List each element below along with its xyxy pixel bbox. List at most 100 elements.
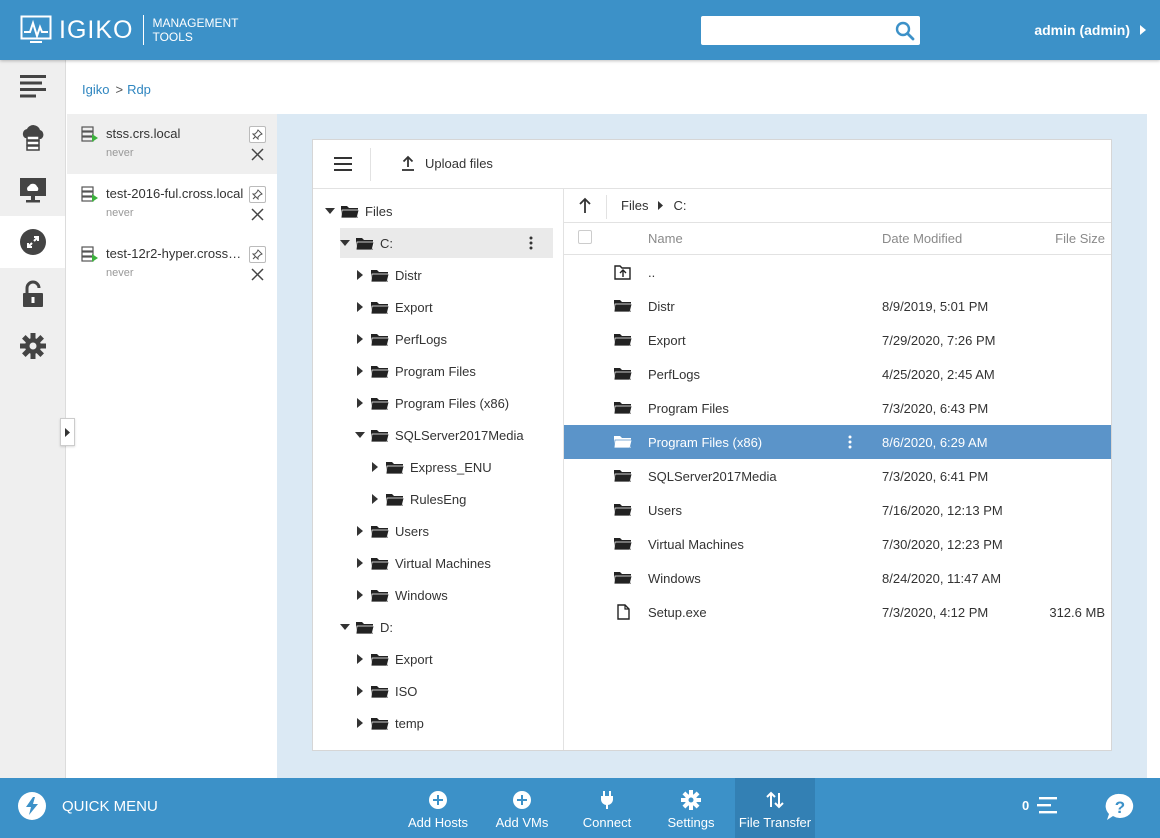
file-row[interactable]: Distr 8/9/2019, 5:01 PM [564,289,1111,323]
quick-action-connect[interactable]: Connect [567,778,647,838]
caret-right-icon[interactable] [355,686,365,696]
tree-node[interactable]: Virtual Machines [355,548,491,578]
column-date-modified[interactable]: Date Modified [882,231,962,246]
caret-down-icon[interactable] [340,238,350,248]
file-row[interactable]: Program Files (x86) 8/6/2020, 6:29 AM [564,425,1111,459]
arrow-up-icon[interactable] [578,197,592,214]
caret-right-icon[interactable] [355,334,365,344]
breadcrumb-separator: > [115,82,124,97]
caret-right-icon[interactable] [355,398,365,408]
tree-node-label: Distr [395,267,422,283]
rail-item-cloud-servers[interactable] [0,112,65,164]
tree-node[interactable]: SQLServer2017Media [355,420,524,450]
pin-button[interactable] [249,186,266,203]
caret-right-icon[interactable] [355,558,365,568]
file-row[interactable]: Windows 8/24/2020, 11:47 AM [564,561,1111,595]
tree-node[interactable]: PerfLogs [355,324,447,354]
caret-down-icon[interactable] [325,206,335,216]
tree-node[interactable]: Windows [355,580,448,610]
caret-right-icon[interactable] [370,462,380,472]
caret-right-icon[interactable] [355,654,365,664]
caret-right-icon[interactable] [355,302,365,312]
path-current[interactable]: C: [673,198,686,213]
rail-item-remote-desktop[interactable] [0,216,65,268]
quick-action-settings[interactable]: Settings [651,778,731,838]
file-row[interactable]: Setup.exe 7/3/2020, 4:12 PM 312.6 MB [564,595,1111,629]
tree-node[interactable]: Distr [355,260,422,290]
help-icon[interactable]: ? [1104,792,1136,824]
rail-item-settings[interactable] [0,320,65,372]
file-listing: Files C: Name Date Modified File Size ..… [564,189,1111,750]
rail-item-dashboard[interactable] [0,60,65,112]
path-root[interactable]: Files [621,198,648,213]
select-all-checkbox[interactable] [578,230,592,244]
breadcrumb-root[interactable]: Igiko [82,82,109,97]
menu-icon[interactable] [334,157,352,171]
rail-expand-handle[interactable] [60,418,75,446]
search-box [701,16,920,45]
tree-node[interactable]: Files [325,196,392,226]
tree-node[interactable]: Program Files (x86) [355,388,509,418]
file-row[interactable]: Virtual Machines 7/30/2020, 12:23 PM [564,527,1111,561]
quick-action-add-hosts[interactable]: Add Hosts [398,778,478,838]
caret-right-icon[interactable] [370,494,380,504]
file-row[interactable]: Users 7/16/2020, 12:13 PM [564,493,1111,527]
caret-right-icon[interactable] [355,590,365,600]
breadcrumb: Igiko > Rdp [82,82,151,97]
app-logo[interactable]: IGIKO MANAGEMENT TOOLS [20,15,238,45]
column-file-size[interactable]: File Size [1055,231,1105,246]
caret-down-icon[interactable] [340,622,350,632]
connection-item[interactable]: stss.crs.local never [67,114,277,174]
connection-item[interactable]: test-2016-ful.cross.local never [67,174,277,234]
caret-right-icon[interactable] [355,270,365,280]
tree-node[interactable]: Export [355,292,433,322]
rdp-icon [19,229,46,255]
file-row[interactable]: PerfLogs 4/25/2020, 2:45 AM [564,357,1111,391]
tree-node[interactable]: C: [340,228,553,258]
upload-files-button[interactable]: Upload files [401,155,493,171]
notifications-button[interactable]: 0 [1022,796,1058,814]
tree-node[interactable]: temp [355,708,424,738]
caret-right-icon[interactable] [355,526,365,536]
kebab-icon[interactable] [529,236,533,250]
tree-node[interactable]: D: [340,612,393,642]
quick-menu-label: QUICK MENU [62,797,158,815]
file-row[interactable]: Export 7/29/2020, 7:26 PM [564,323,1111,357]
tree-node[interactable]: Program Files [355,356,476,386]
tree-node[interactable]: Users [355,516,429,546]
quick-action-add-vms[interactable]: Add VMs [482,778,562,838]
file-date-modified: 8/6/2020, 6:29 AM [882,435,988,450]
tree-node[interactable]: Express_ENU [370,452,492,482]
file-row[interactable]: Program Files 7/3/2020, 6:43 PM [564,391,1111,425]
tree-node[interactable]: ISO [355,676,417,706]
breadcrumb-current[interactable]: Rdp [127,82,151,97]
column-name[interactable]: Name [648,231,683,246]
file-name: Program Files (x86) [648,435,763,450]
search-icon[interactable] [895,21,915,41]
file-row[interactable]: .. [564,255,1111,289]
caret-right-icon[interactable] [355,366,365,376]
close-icon[interactable] [251,148,264,161]
quick-menu-button[interactable]: QUICK MENU [18,792,158,820]
tree-node[interactable]: RulesEng [370,484,466,514]
rail-item-security[interactable] [0,268,65,320]
quick-action-file-transfer[interactable]: File Transfer [735,778,815,838]
search-input[interactable] [701,16,886,45]
pin-button[interactable] [249,126,266,143]
user-menu[interactable]: admin (admin) [1034,22,1146,38]
file-date-modified: 7/29/2020, 7:26 PM [882,333,996,348]
tree-node[interactable]: Export [355,644,433,674]
file-date-modified: 8/9/2019, 5:01 PM [882,299,989,314]
tree-node-label: RulesEng [410,491,467,507]
rail-item-monitors[interactable] [0,164,65,216]
kebab-icon[interactable] [848,435,852,449]
close-icon[interactable] [251,208,264,221]
pin-button[interactable] [249,246,266,263]
file-row[interactable]: SQLServer2017Media 7/3/2020, 6:41 PM [564,459,1111,493]
caret-down-icon[interactable] [355,430,365,440]
connection-item[interactable]: test-12r2-hyper.cross.local never [67,234,277,294]
close-icon[interactable] [251,268,264,281]
app-name: IGIKO [59,16,134,44]
file-name: SQLServer2017Media [648,469,777,484]
caret-right-icon[interactable] [355,718,365,728]
